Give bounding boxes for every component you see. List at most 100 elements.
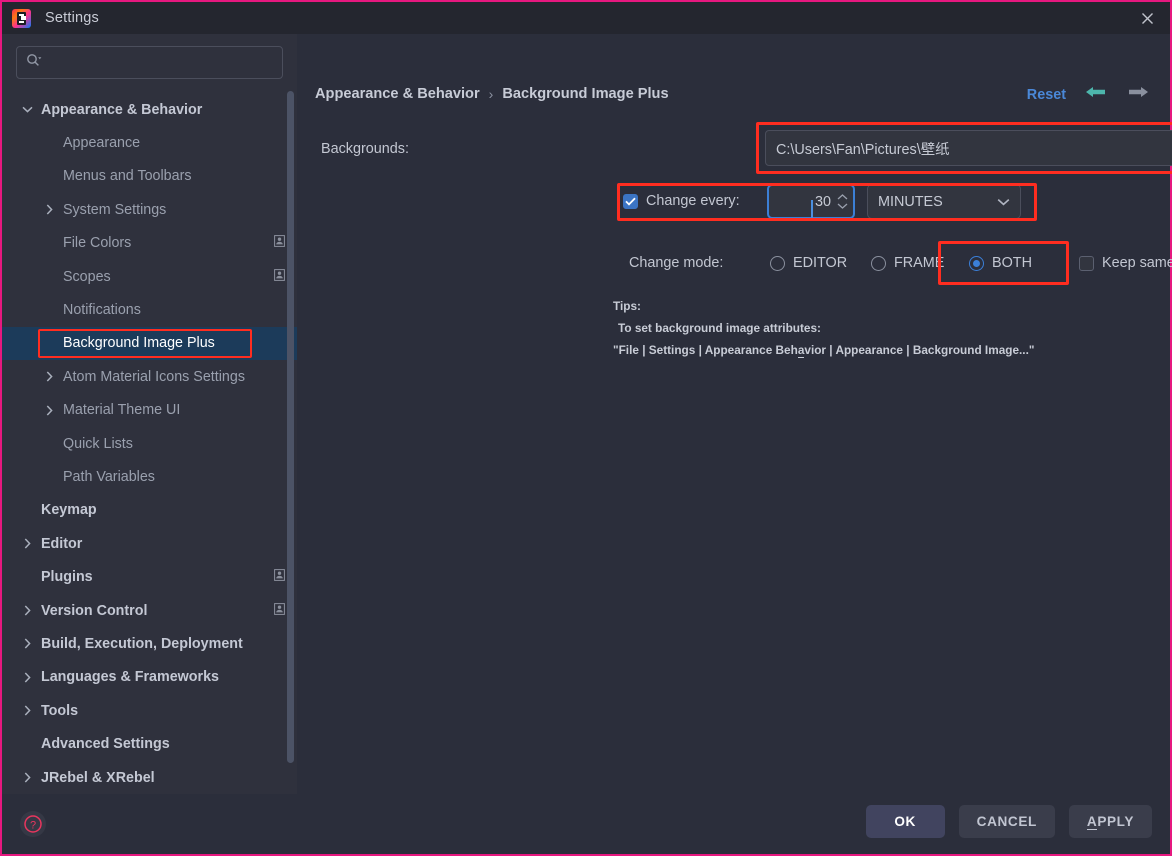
svg-text:?: ? xyxy=(30,819,36,831)
sidebar-item-path-variables[interactable]: Path Variables xyxy=(2,460,297,493)
close-icon[interactable] xyxy=(1124,2,1170,34)
keep-same-image-group[interactable]: Keep same image xyxy=(1079,255,1172,271)
settings-sidebar: Appearance & Behavior Appearance Menus and… xyxy=(2,34,297,794)
chevron-right-icon[interactable] xyxy=(42,369,57,384)
radio-both[interactable] xyxy=(969,255,984,271)
dialog-footer: ? OK CANCEL A PPLY xyxy=(2,794,1170,854)
chevron-right-icon[interactable] xyxy=(20,703,35,718)
sidebar-item-keymap[interactable]: Keymap xyxy=(2,494,297,527)
text-caret xyxy=(811,199,813,219)
interval-value[interactable]: 30 xyxy=(769,194,835,219)
chevron-right-icon[interactable] xyxy=(20,670,35,685)
sidebar-item-label: Path Variables xyxy=(63,468,155,485)
tips-line-3-prefix: "File | Settings | Appearance Beh xyxy=(613,343,798,357)
sidebar-item-label: Languages & Frameworks xyxy=(41,669,219,686)
chevron-down-icon[interactable] xyxy=(997,193,1010,211)
dialog-buttons: OK CANCEL A PPLY xyxy=(865,805,1152,838)
window-body: Appearance & Behavior Appearance Menus and… xyxy=(2,34,1172,794)
chevron-right-icon[interactable] xyxy=(20,603,35,618)
sidebar-item-notifications[interactable]: Notifications xyxy=(2,293,297,326)
help-icon[interactable]: ? xyxy=(20,811,46,837)
plugin-badge-icon xyxy=(274,235,285,251)
sidebar-item-atom-material-icons-settings[interactable]: Atom Material Icons Settings xyxy=(2,360,297,393)
title-bar: Settings xyxy=(2,2,1170,34)
sidebar-item-label: System Settings xyxy=(63,201,167,218)
sidebar-item-version-control[interactable]: Version Control xyxy=(2,594,297,627)
sidebar-item-label: Background Image Plus xyxy=(63,335,215,352)
tips-title: Tips: xyxy=(613,299,641,313)
reset-link[interactable]: Reset xyxy=(1027,87,1066,103)
sidebar-item-label: Atom Material Icons Settings xyxy=(63,368,245,385)
sidebar-item-plugins[interactable]: Plugins xyxy=(2,560,297,593)
mode-option-frame[interactable]: FRAME xyxy=(871,255,944,271)
sidebar-item-languages-frameworks[interactable]: Languages & Frameworks xyxy=(2,661,297,694)
sidebar-item-system-settings[interactable]: System Settings xyxy=(2,193,297,226)
chevron-right-icon[interactable] xyxy=(20,636,35,651)
ok-button[interactable]: OK xyxy=(865,805,945,838)
sidebar-item-build-execution-deployment[interactable]: Build, Execution, Deployment xyxy=(2,627,297,660)
keep-same-image-checkbox[interactable] xyxy=(1079,255,1094,271)
backgrounds-label: Backgrounds: xyxy=(321,141,409,157)
change-every-checkbox[interactable] xyxy=(623,193,638,209)
sidebar-item-quick-lists[interactable]: Quick Lists xyxy=(2,427,297,460)
sidebar-item-file-colors[interactable]: File Colors xyxy=(2,227,297,260)
sidebar-item-scopes[interactable]: Scopes xyxy=(2,260,297,293)
apply-button[interactable]: A PPLY xyxy=(1068,805,1152,838)
sidebar-item-label: Editor xyxy=(41,535,83,552)
sidebar-item-editor[interactable]: Editor xyxy=(2,527,297,560)
sidebar-item-label: Notifications xyxy=(63,302,141,319)
mode-option-editor[interactable]: EDITOR xyxy=(770,255,847,271)
plugin-badge-icon xyxy=(274,569,285,585)
sidebar-item-label: Advanced Settings xyxy=(41,736,170,753)
arrow-right-icon[interactable] xyxy=(1126,84,1150,105)
breadcrumb-root[interactable]: Appearance & Behavior xyxy=(315,86,480,102)
cancel-button[interactable]: CANCEL xyxy=(958,805,1055,838)
sidebar-scrollbar[interactable] xyxy=(287,91,294,794)
chevron-down-icon[interactable] xyxy=(20,102,35,117)
search-input[interactable] xyxy=(16,46,283,79)
sidebar-item-background-image-plus[interactable]: Background Image Plus xyxy=(2,326,297,361)
change-every-label: Change every: xyxy=(646,193,740,209)
sidebar-item-appearance-behavior[interactable]: Appearance & Behavior xyxy=(2,93,297,126)
chevron-right-icon[interactable] xyxy=(20,770,35,785)
apply-rest: PPLY xyxy=(1097,814,1134,829)
spinner-stepper[interactable] xyxy=(835,186,853,217)
sidebar-item-advanced-settings[interactable]: Advanced Settings xyxy=(2,727,297,760)
chevron-right-icon[interactable] xyxy=(20,536,35,551)
sidebar-item-jrebel-xrebel[interactable]: JRebel & XRebel xyxy=(2,761,297,794)
sidebar-scrollbar-thumb[interactable] xyxy=(287,91,294,763)
chevron-right-icon[interactable] xyxy=(42,202,57,217)
sidebar-item-label: JRebel & XRebel xyxy=(41,769,155,786)
backgrounds-path-value: C:\Users\Fan\Pictures\壁纸 xyxy=(776,141,950,158)
sidebar-item-appearance[interactable]: Appearance xyxy=(2,126,297,159)
spinner-up-icon xyxy=(837,194,847,200)
radio-frame[interactable] xyxy=(871,255,886,271)
interval-spinner[interactable]: 30 xyxy=(767,184,855,219)
intellij-idea-logo xyxy=(12,8,31,28)
sidebar-item-label: Plugins xyxy=(41,569,93,586)
chevron-right-icon[interactable] xyxy=(42,403,57,418)
sidebar-item-label: Menus and Toolbars xyxy=(63,168,192,185)
sidebar-item-label: Tools xyxy=(41,702,79,719)
interval-unit-select[interactable]: MINUTES xyxy=(867,184,1021,219)
sidebar-item-tools[interactable]: Tools xyxy=(2,694,297,727)
sidebar-item-label: Material Theme UI xyxy=(63,402,181,419)
sidebar-item-label: File Colors xyxy=(63,235,132,252)
backgrounds-path-input[interactable]: C:\Users\Fan\Pictures\壁纸 xyxy=(765,130,1172,166)
arrow-left-icon[interactable] xyxy=(1084,84,1108,105)
radio-editor[interactable] xyxy=(770,255,785,271)
sidebar-item-menus-and-toolbars[interactable]: Menus and Toolbars xyxy=(2,160,297,193)
breadcrumb-current: Background Image Plus xyxy=(502,86,669,102)
tips-line-3-suffix: vior | Appearance | Background Image..." xyxy=(804,343,1035,357)
settings-window: Settings Appearance & Behavior Appearanc… xyxy=(0,0,1172,856)
mode-option-both[interactable]: BOTH xyxy=(969,255,1032,271)
window-title: Settings xyxy=(45,10,99,26)
change-every-checkbox-group[interactable]: Change every: xyxy=(623,193,740,209)
sidebar-item-material-theme-ui[interactable]: Material Theme UI xyxy=(2,394,297,427)
